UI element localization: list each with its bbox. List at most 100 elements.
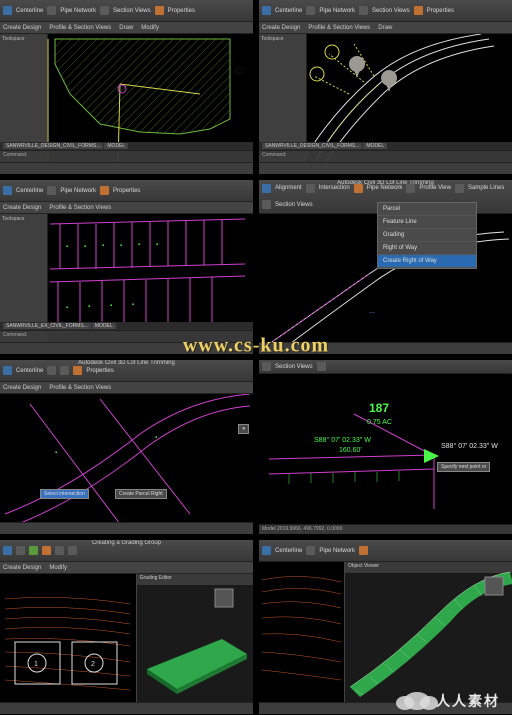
ribbon-item[interactable]: Section Views [275,202,313,208]
status-bar[interactable] [259,162,512,174]
ribbon-icon[interactable] [455,184,464,193]
ribbon-item[interactable]: Pipe Network [319,548,355,554]
ribbon-item[interactable]: Properties [113,188,140,194]
drawing-viewport[interactable]: Object Viewer [259,562,512,714]
ribbon-icon[interactable] [262,184,271,193]
ribbon-item[interactable]: Centerline [16,8,43,14]
ribbon-icon[interactable] [100,186,109,195]
model-tab[interactable]: MODEL [92,323,116,329]
model-tabs[interactable]: SANWRVILLE_EX_CIVIL_FORMS... MODEL [0,322,253,330]
command-line[interactable]: Command: [0,150,253,162]
menu-item[interactable]: Right of Way [378,242,476,255]
viewcube-icon[interactable] [485,577,503,595]
status-bar[interactable] [0,162,253,174]
ribbon-icon[interactable] [317,362,326,371]
ribbon-icon[interactable] [29,546,38,555]
drawing-viewport[interactable]: 187 0.75 AC S88° 07' 02.33" W 160.60' S8… [259,374,512,534]
cul-de-sac[interactable] [314,44,374,94]
ribbon-item[interactable]: Properties [168,8,195,14]
ribbon-icon[interactable] [3,6,12,15]
drawing-viewport[interactable]: ▪ ▪ Select intersection Create Parcel Ri… [0,394,253,534]
ribbon-item[interactable]: Intersection [319,185,350,191]
ribbon-item[interactable]: Properties [427,8,454,14]
ribbon-item[interactable]: Centerline [275,8,302,14]
ribbon-icon[interactable] [359,6,368,15]
lot-line[interactable] [5,406,250,529]
ribbon-item[interactable]: Pipe Network [319,8,355,14]
ribbon-icon[interactable] [47,366,56,375]
ribbon-icon[interactable] [73,366,82,375]
ribbon-icon[interactable] [55,546,64,555]
status-bar[interactable] [0,702,253,714]
ribbon-icon[interactable] [306,6,315,15]
ribbon-item[interactable]: Centerline [275,548,302,554]
ribbon-item[interactable]: Section Views [275,364,313,370]
drawing-viewport[interactable]: 1 2 Grading Editor [0,574,253,714]
ribbon-icon[interactable] [47,186,56,195]
model-tab[interactable]: SANWRVILLE_DESIGN_CIVIL_FORMS... [262,143,362,149]
ribbon-icon[interactable] [3,186,12,195]
ribbon-icon[interactable] [306,184,315,193]
command-line[interactable]: Model 2019.9966, 496.7992, 0.0000 [259,524,512,534]
ribbon[interactable]: Centerline Pipe Network Section Views Pr… [259,0,512,22]
ribbon-item[interactable]: Pipe Network [367,185,403,191]
command-line[interactable]: Command: [0,330,253,342]
ribbon-icon[interactable] [100,6,109,15]
ribbon-icon[interactable] [414,6,423,15]
ribbon[interactable]: Centerline Pipe Network Section Views Pr… [0,0,253,22]
model-tab[interactable]: MODEL [363,143,387,149]
ribbon[interactable]: Section Views [259,360,512,374]
ribbon-icon[interactable] [3,546,12,555]
parcel-lines[interactable] [50,219,245,332]
model-tab[interactable]: SANWRVILLE_EX_CIVIL_FORMS... [3,323,91,329]
menu-item[interactable]: Parcel [378,203,476,216]
ribbon-icon[interactable] [3,366,12,375]
ribbon-icon[interactable] [262,200,271,209]
lot-line[interactable] [269,455,434,509]
status-bar[interactable] [259,342,512,354]
status-bar[interactable] [0,342,253,354]
ribbon-item[interactable]: Centerline [16,368,43,374]
model-tab[interactable]: MODEL [104,143,128,149]
ribbon-item[interactable]: Pipe Network [60,188,96,194]
ribbon-icon[interactable] [262,546,271,555]
road-edge[interactable] [304,34,481,159]
ribbon-item[interactable]: Centerline [16,188,43,194]
parcel-dropdown-menu[interactable]: Parcel Feature Line Grading Right of Way… [377,202,477,269]
model-tabs[interactable]: SANWRVILLE_DESIGN_CIVIL_FORMS... MODEL [0,142,253,150]
ribbon-icon[interactable] [68,546,77,555]
ribbon-icon[interactable] [47,6,56,15]
ribbon[interactable]: Centerline Pipe Network [259,540,512,562]
ribbon[interactable]: Centerline Pipe Network Properties [0,180,253,202]
ribbon-item[interactable]: Section Views [113,8,151,14]
ribbon-icon[interactable] [155,6,164,15]
plan-view[interactable] [259,562,345,714]
ribbon-icon[interactable] [262,362,271,371]
ribbon-icon[interactable] [16,546,25,555]
ribbon-item[interactable]: Pipe Network [60,8,96,14]
location-marker-icon[interactable] [381,70,397,86]
plan-view[interactable]: 1 2 [0,574,137,714]
ribbon-item[interactable]: Properties [86,368,113,374]
input-panel[interactable]: ▾ [238,424,249,434]
dynamic-input-tooltip[interactable]: Specify next point or [437,462,490,472]
object-viewer[interactable]: Object Viewer [345,562,512,714]
cul-de-sac-bulb[interactable] [310,67,324,81]
model-tab[interactable]: SANWRVILLE_DESIGN_CIVIL_FORMS... [3,143,103,149]
ribbon-icon[interactable] [262,6,271,15]
command-line[interactable]: Command: [259,150,512,162]
ribbon-item[interactable]: Sample Lines [468,185,504,191]
menu-item[interactable]: Grading [378,229,476,242]
status-bar[interactable] [259,702,512,714]
3d-viewer[interactable]: Grading Editor [137,574,253,714]
viewcube-icon[interactable] [215,589,233,607]
location-marker-icon[interactable] [349,56,365,72]
menu-item-selected[interactable]: Create Right of Way [378,255,476,268]
ribbon-item[interactable]: Profile View [419,185,451,191]
ribbon-icon[interactable] [306,546,315,555]
ribbon-icon[interactable] [42,546,51,555]
lot-line[interactable] [354,414,434,456]
ribbon-icon[interactable] [359,546,368,555]
menu-item[interactable]: Feature Line [378,216,476,229]
status-bar[interactable] [0,522,253,534]
